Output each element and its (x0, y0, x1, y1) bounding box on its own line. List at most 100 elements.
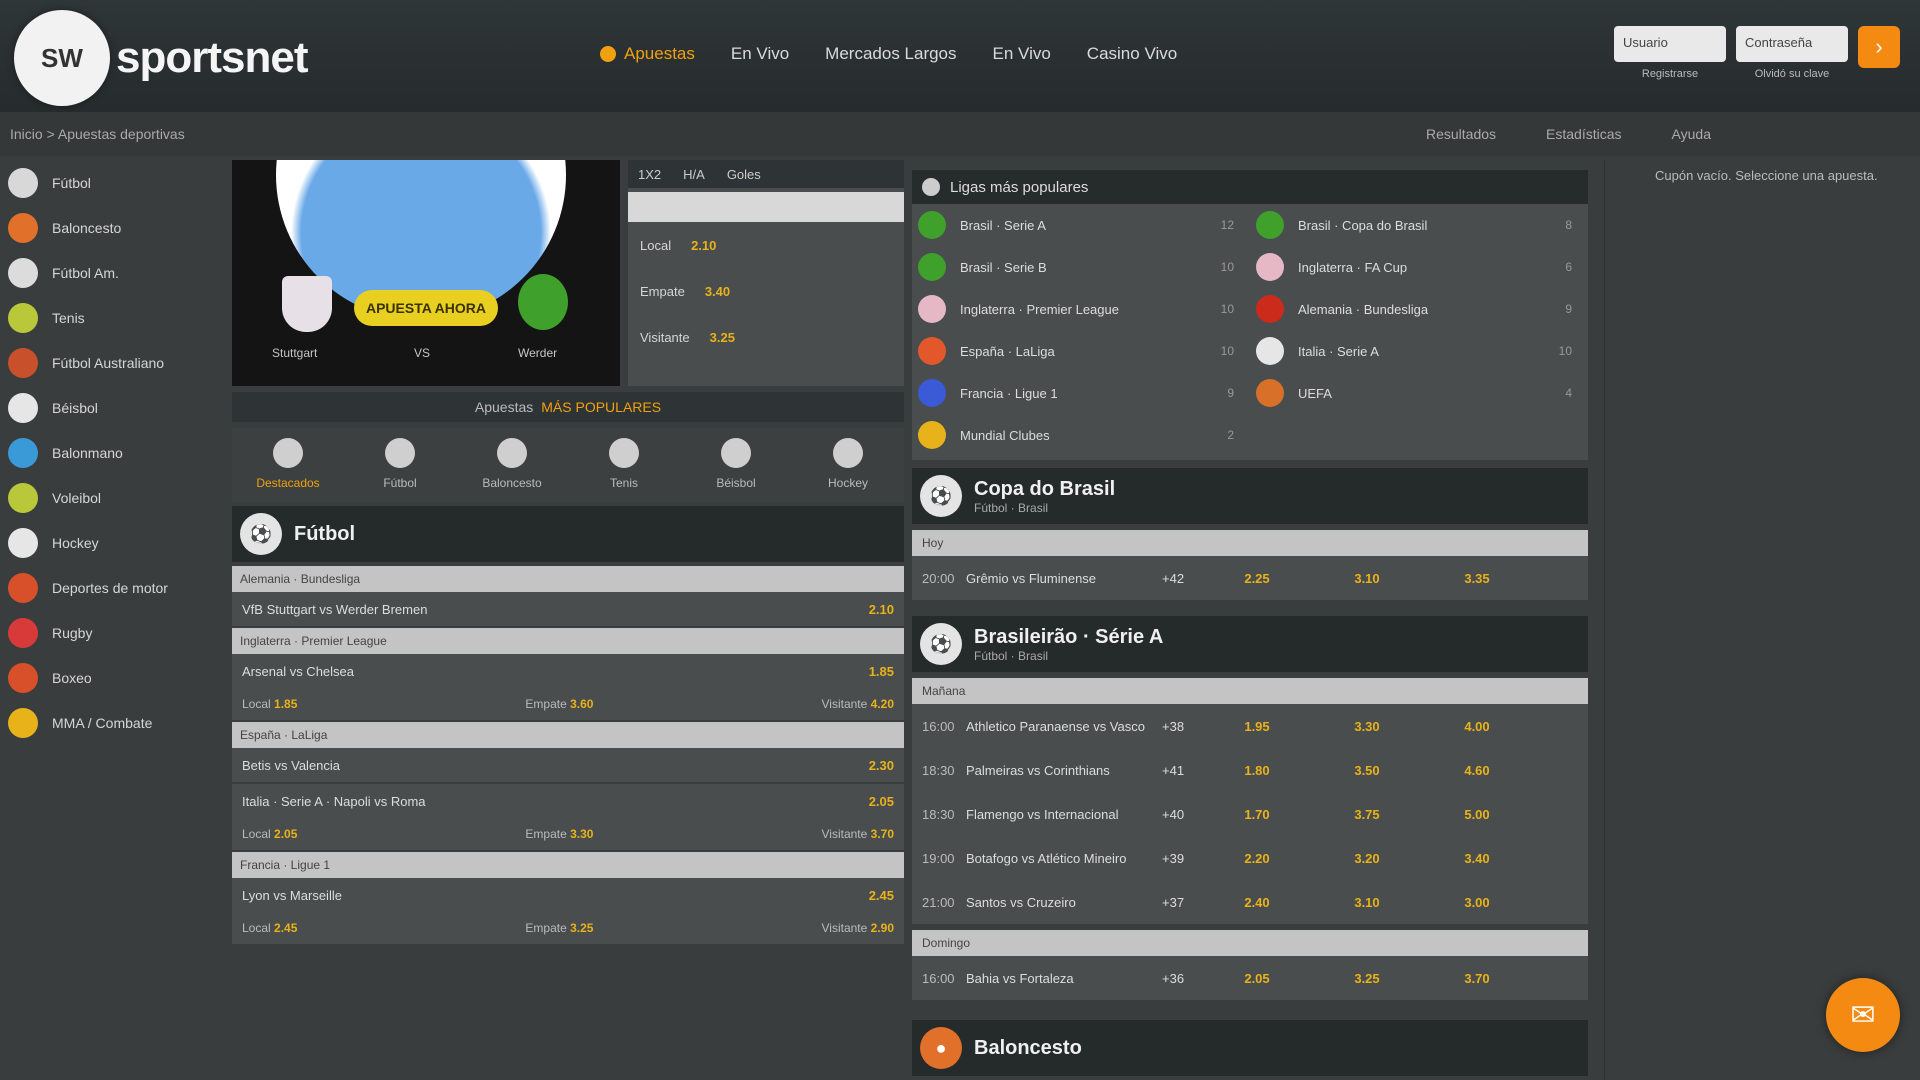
odd-draw[interactable]: 3.50 (1312, 763, 1422, 778)
event-row[interactable]: VfB Stuttgart vs Werder Bremen 2.10 (232, 592, 904, 626)
event-name[interactable]: Botafogo vs Atlético Mineiro (966, 851, 1162, 866)
odd-value[interactable]: 3.30 (570, 827, 593, 841)
sidebar-item[interactable]: Fútbol (0, 160, 220, 205)
odd-home[interactable]: 2.05 (1202, 971, 1312, 986)
results-link[interactable]: Resultados (1426, 126, 1496, 142)
event-row[interactable]: 16:00 Bahia vs Fortaleza +36 2.05 3.25 3.70 (912, 956, 1588, 1000)
odd-home[interactable]: 2.25 (1202, 571, 1312, 586)
event-name[interactable]: Santos vs Cruzeiro (966, 895, 1162, 910)
league-item[interactable]: España · LaLiga 10 (912, 330, 1250, 372)
league-item[interactable]: Inglaterra · FA Cup 6 (1250, 246, 1588, 288)
sidebar-item[interactable]: Balonmano (0, 430, 220, 475)
sport-tab[interactable]: Hockey (792, 428, 904, 502)
event-row[interactable]: Italia · Serie A · Napoli vs Roma 2.05 (232, 784, 904, 818)
sport-tab[interactable]: Destacados (232, 428, 344, 502)
odd-cell[interactable]: Visitante 4.20 (821, 697, 894, 711)
sport-tab[interactable]: Tenis (568, 428, 680, 502)
odd-cell[interactable]: Local 1.85 (242, 697, 297, 711)
register-link[interactable]: Registrarse (1642, 68, 1698, 80)
quick-odd-row[interactable]: Visitante 3.25 (628, 314, 904, 360)
event-row[interactable]: 18:30 Flamengo vs Internacional +40 1.70 3.7… (912, 792, 1588, 836)
odd-away[interactable]: 3.40 (1422, 851, 1532, 866)
login-button[interactable]: › (1858, 26, 1900, 68)
odd-away[interactable]: 5.00 (1422, 807, 1532, 822)
odd-cell[interactable]: Visitante 2.90 (821, 921, 894, 935)
odd-draw[interactable]: 3.75 (1312, 807, 1422, 822)
username-field[interactable]: Usuario (1614, 26, 1726, 62)
nav-live-casino[interactable]: Casino Vivo (1087, 44, 1177, 64)
odd-away[interactable]: 3.70 (1422, 971, 1532, 986)
odd-home[interactable]: 1.80 (1202, 763, 1312, 778)
nav-long-markets[interactable]: Mercados Largos (825, 44, 956, 64)
sidebar-item[interactable]: Béisbol (0, 385, 220, 430)
promo-banner[interactable]: APUESTA AHORA Stuttgart VS Werder (232, 160, 620, 386)
odd-value[interactable]: 1.85 (274, 697, 297, 711)
more-markets[interactable]: +37 (1162, 895, 1202, 910)
odd-value[interactable]: 3.40 (705, 284, 730, 299)
nav-live[interactable]: En Vivo (731, 44, 789, 64)
event-row[interactable]: Betis vs Valencia 2.30 (232, 748, 904, 782)
help-link[interactable]: Ayuda (1672, 126, 1711, 142)
league-item[interactable]: Brasil · Serie A 12 (912, 204, 1250, 246)
odd-value[interactable]: 3.25 (710, 330, 735, 345)
event-row[interactable]: 21:00 Santos vs Cruzeiro +37 2.40 3.10 3.00 (912, 880, 1588, 924)
event-name[interactable]: Palmeiras vs Corinthians (966, 763, 1162, 778)
sidebar-item[interactable]: Fútbol Australiano (0, 340, 220, 385)
event-row[interactable]: Arsenal vs Chelsea 1.85 (232, 654, 904, 688)
popular-highlight[interactable]: MÁS POPULARES (541, 399, 661, 415)
stats-link[interactable]: Estadísticas (1546, 126, 1621, 142)
breadcrumb[interactable]: Inicio > Apuestas deportivas (10, 126, 185, 142)
sport-tab[interactable]: Fútbol (344, 428, 456, 502)
sidebar-item[interactable]: MMA / Combate (0, 700, 220, 745)
odd-away[interactable]: 4.00 (1422, 719, 1532, 734)
event-row[interactable]: 20:00 Grêmio vs Fluminense +42 2.25 3.10 3.35 (912, 556, 1588, 600)
odd-home[interactable]: 1.95 (1202, 719, 1312, 734)
sport-tab[interactable]: Béisbol (680, 428, 792, 502)
more-markets[interactable]: +42 (1162, 571, 1202, 586)
odd-value[interactable]: 3.70 (871, 827, 894, 841)
nav-sports[interactable]: Apuestas (600, 44, 695, 64)
event-name[interactable]: Bahia vs Fortaleza (966, 971, 1162, 986)
league-item[interactable]: Italia · Serie A 10 (1250, 330, 1588, 372)
more-markets[interactable]: +39 (1162, 851, 1202, 866)
odd-value[interactable]: 4.20 (871, 697, 894, 711)
odd-draw[interactable]: 3.10 (1312, 571, 1422, 586)
odd-cell[interactable]: Local 2.05 (242, 827, 297, 841)
password-field[interactable]: Contraseña (1736, 26, 1848, 62)
event-name[interactable]: VfB Stuttgart vs Werder Bremen (242, 602, 869, 617)
odd-cell[interactable]: Empate 3.25 (525, 921, 593, 935)
odd-cell[interactable]: Visitante 3.70 (821, 827, 894, 841)
event-odd[interactable]: 2.10 (869, 602, 894, 617)
sidebar-item[interactable]: Deportes de motor (0, 565, 220, 610)
event-name[interactable]: Betis vs Valencia (242, 758, 869, 773)
event-name[interactable]: Arsenal vs Chelsea (242, 664, 869, 679)
quick-odd-row[interactable]: Empate 3.40 (628, 268, 904, 314)
league-item[interactable]: Brasil · Serie B 10 (912, 246, 1250, 288)
odd-value[interactable]: 2.05 (274, 827, 297, 841)
odd-cell[interactable]: Empate 3.60 (525, 697, 593, 711)
odd-draw[interactable]: 3.20 (1312, 851, 1422, 866)
tab-goals[interactable]: Goles (727, 167, 761, 182)
sidebar-item[interactable]: Fútbol Am. (0, 250, 220, 295)
sidebar-item[interactable]: Hockey (0, 520, 220, 565)
sidebar-item[interactable]: Baloncesto (0, 205, 220, 250)
league-item[interactable]: Brasil · Copa do Brasil 8 (1250, 204, 1588, 246)
event-name[interactable]: Athletico Paranaense vs Vasco (966, 719, 1162, 734)
nav-live-2[interactable]: En Vivo (993, 44, 1051, 64)
league-item[interactable]: Inglaterra · Premier League 10 (912, 288, 1250, 330)
forgot-password-link[interactable]: Olvidó su clave (1755, 68, 1830, 80)
event-odd[interactable]: 2.05 (869, 794, 894, 809)
more-markets[interactable]: +38 (1162, 719, 1202, 734)
event-row[interactable]: 18:30 Palmeiras vs Corinthians +41 1.80 3.50… (912, 748, 1588, 792)
odd-away[interactable]: 3.00 (1422, 895, 1532, 910)
odd-value[interactable]: 2.90 (871, 921, 894, 935)
bet-now-button[interactable]: APUESTA AHORA (354, 290, 498, 326)
league-item[interactable]: UEFA 4 (1250, 372, 1588, 414)
quick-odd-row[interactable]: Local 2.10 (628, 222, 904, 268)
logo[interactable]: SW sportsnet (14, 10, 308, 106)
odd-draw[interactable]: 3.25 (1312, 971, 1422, 986)
sidebar-item[interactable]: Rugby (0, 610, 220, 655)
more-markets[interactable]: +36 (1162, 971, 1202, 986)
tab-1x2[interactable]: 1X2 (638, 167, 661, 182)
odd-draw[interactable]: 3.10 (1312, 895, 1422, 910)
